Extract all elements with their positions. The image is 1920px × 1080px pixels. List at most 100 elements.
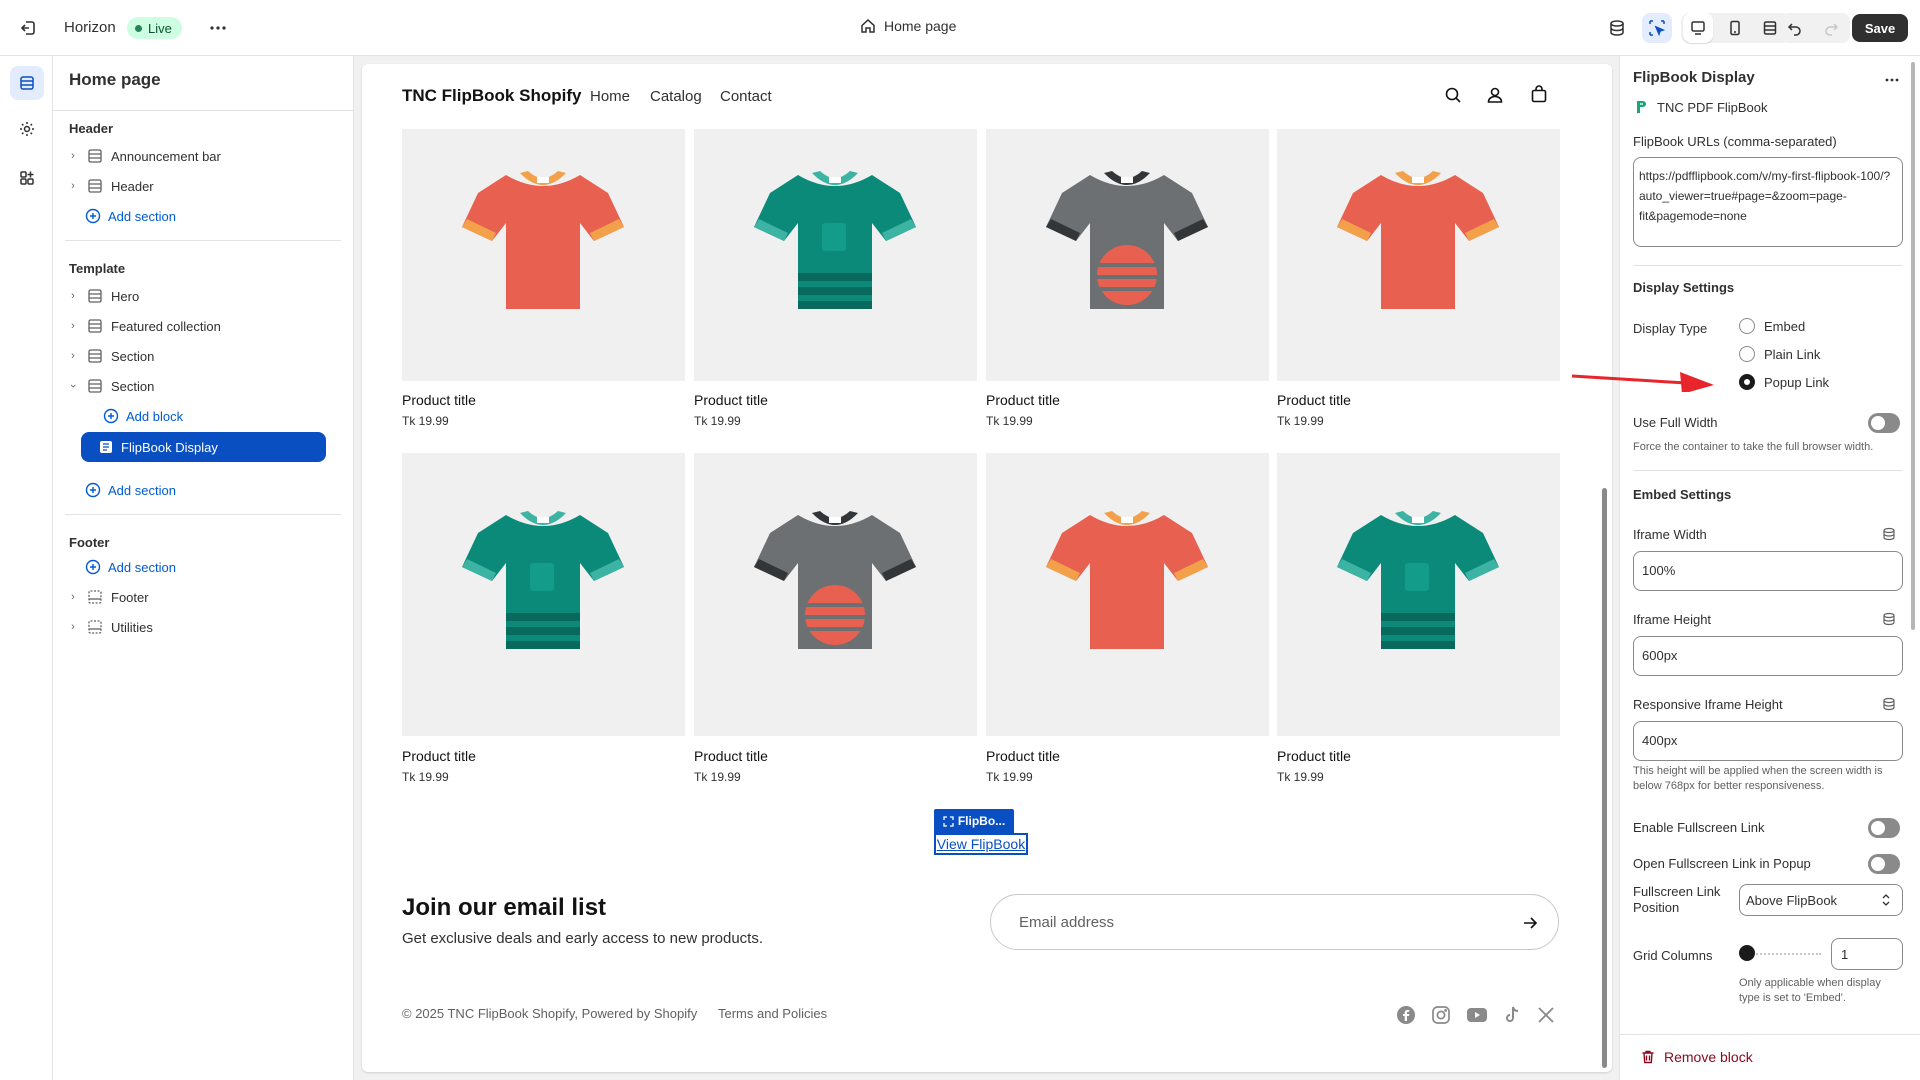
- responsive-height-input[interactable]: 400px: [1633, 721, 1903, 761]
- mobile-icon[interactable]: [1720, 13, 1750, 43]
- radio-label: Embed: [1764, 318, 1806, 334]
- add-section-button[interactable]: Add section: [85, 202, 357, 230]
- more-options-icon[interactable]: [1884, 72, 1900, 88]
- product-title[interactable]: Product title: [694, 748, 768, 764]
- desktop-icon[interactable]: [1683, 13, 1713, 43]
- theme-name[interactable]: Horizon: [64, 19, 116, 36]
- storefront-preview[interactable]: TNC FlipBook Shopify Home Catalog Contac…: [362, 64, 1612, 1072]
- product-title[interactable]: Product title: [1277, 748, 1351, 764]
- product-title[interactable]: Product title: [402, 392, 476, 408]
- exit-icon[interactable]: [13, 13, 43, 43]
- store-brand[interactable]: TNC FlipBook Shopify: [402, 86, 581, 106]
- terms-policies-link[interactable]: Terms and Policies: [718, 1006, 827, 1021]
- product-image[interactable]: [986, 453, 1269, 736]
- product-title[interactable]: Product title: [694, 392, 768, 408]
- more-actions-icon[interactable]: [203, 13, 233, 43]
- nav-link-contact[interactable]: Contact: [720, 88, 772, 105]
- chevron-right-icon[interactable]: ›: [65, 150, 81, 162]
- product-image[interactable]: [1277, 453, 1560, 736]
- database-icon[interactable]: [1602, 13, 1632, 43]
- x-icon[interactable]: [1536, 1005, 1556, 1025]
- status-badge: Live: [127, 17, 182, 39]
- chevron-right-icon[interactable]: ›: [65, 591, 81, 603]
- full-width-toggle[interactable]: [1868, 413, 1900, 433]
- nav-link-home[interactable]: Home: [590, 88, 630, 105]
- dynamic-source-icon[interactable]: [1882, 612, 1896, 626]
- add-section-button[interactable]: Add section: [85, 553, 357, 581]
- email-input[interactable]: Email address: [990, 894, 1559, 950]
- dynamic-source-icon[interactable]: [1882, 697, 1896, 711]
- instagram-icon[interactable]: [1431, 1005, 1451, 1025]
- chevron-right-icon[interactable]: ›: [65, 180, 81, 192]
- add-block-button[interactable]: Add block: [103, 402, 375, 430]
- sidebar-item-label: Footer: [111, 589, 149, 605]
- search-icon[interactable]: [1444, 86, 1462, 104]
- fullscreen-popup-toggle[interactable]: [1868, 854, 1900, 874]
- dynamic-source-icon[interactable]: [1882, 527, 1896, 541]
- add-section-button[interactable]: Add section: [85, 476, 357, 504]
- grid-columns-input[interactable]: 1: [1831, 938, 1903, 970]
- product-image[interactable]: [402, 129, 685, 381]
- arrow-right-icon[interactable]: [1521, 914, 1539, 932]
- chevron-down-icon[interactable]: ›: [67, 378, 79, 394]
- sidebar-item-hero[interactable]: › Hero: [65, 282, 337, 310]
- flipbook-urls-textarea[interactable]: https://pdfflipbook.com/v/my-first-flipb…: [1633, 157, 1903, 247]
- display-settings-title: Display Settings: [1633, 280, 1735, 295]
- product-title[interactable]: Product title: [402, 748, 476, 764]
- product-image[interactable]: [694, 129, 977, 381]
- product-title[interactable]: Product title: [986, 748, 1060, 764]
- chevron-right-icon[interactable]: ›: [65, 290, 81, 302]
- apps-icon[interactable]: [12, 163, 42, 193]
- facebook-icon[interactable]: [1396, 1005, 1416, 1025]
- radio-popup-link[interactable]: Popup Link: [1739, 374, 1829, 390]
- product-title[interactable]: Product title: [986, 392, 1060, 408]
- fullscreen-link-toggle[interactable]: [1868, 818, 1900, 838]
- youtube-icon[interactable]: [1466, 1005, 1488, 1025]
- account-icon[interactable]: [1486, 86, 1504, 104]
- product-image[interactable]: [694, 453, 977, 736]
- sidebar-item-flipbook-display[interactable]: FlipBook Display: [81, 432, 326, 462]
- radio-plain-link[interactable]: Plain Link: [1739, 346, 1820, 362]
- panel-scrollbar[interactable]: [1911, 62, 1915, 630]
- app-source: TNC PDF FlipBook: [1633, 99, 1768, 115]
- remove-block-button[interactable]: Remove block: [1640, 1049, 1753, 1065]
- radio-label: Popup Link: [1764, 374, 1830, 390]
- radio-circle[interactable]: [1739, 318, 1755, 334]
- product-title[interactable]: Product title: [1277, 392, 1351, 408]
- save-button[interactable]: Save: [1852, 14, 1908, 42]
- product-image[interactable]: [402, 453, 685, 736]
- radio-circle-selected[interactable]: [1739, 374, 1755, 390]
- radio-circle[interactable]: [1739, 346, 1755, 362]
- product-image[interactable]: [986, 129, 1269, 381]
- flipbook-block-tag[interactable]: FlipBo...: [934, 809, 1014, 833]
- sidebar-item-section-expanded[interactable]: › Section: [65, 372, 337, 400]
- sidebar-item-featured-collection[interactable]: › Featured collection: [65, 312, 337, 340]
- chevron-right-icon[interactable]: ›: [65, 621, 81, 633]
- view-flipbook-link[interactable]: View FlipBook: [934, 833, 1028, 855]
- grid-columns-slider-track[interactable]: [1745, 953, 1821, 955]
- cart-bag-icon[interactable]: [1530, 85, 1548, 103]
- grid-columns-slider-thumb[interactable]: [1739, 945, 1755, 961]
- sidebar-item-section[interactable]: › Section: [65, 342, 337, 370]
- fullscreen-position-select[interactable]: Above FlipBook: [1739, 884, 1903, 916]
- redo-icon[interactable]: [1816, 13, 1846, 43]
- iframe-height-label: Iframe Height: [1633, 612, 1712, 627]
- product-image[interactable]: [1277, 129, 1560, 381]
- sidebar-item-header[interactable]: › Header: [65, 172, 337, 200]
- undo-icon[interactable]: [1780, 13, 1810, 43]
- inspector-icon[interactable]: [1642, 13, 1672, 43]
- page-selector[interactable]: Home page: [860, 18, 956, 34]
- sidebar-item-announcement-bar[interactable]: › Announcement bar: [65, 142, 337, 170]
- sidebar-item-utilities[interactable]: › Utilities: [65, 613, 337, 641]
- sections-icon[interactable]: [10, 66, 44, 100]
- chevron-right-icon[interactable]: ›: [65, 350, 81, 362]
- settings-gear-icon[interactable]: [12, 114, 42, 144]
- nav-link-catalog[interactable]: Catalog: [650, 88, 702, 105]
- chevron-right-icon[interactable]: ›: [65, 320, 81, 332]
- iframe-height-input[interactable]: 600px: [1633, 636, 1903, 676]
- tiktok-icon[interactable]: [1502, 1005, 1522, 1025]
- preview-scrollbar[interactable]: [1602, 488, 1607, 1068]
- radio-embed[interactable]: Embed: [1739, 318, 1805, 334]
- iframe-width-input[interactable]: 100%: [1633, 551, 1903, 591]
- sidebar-item-footer[interactable]: › Footer: [65, 583, 337, 611]
